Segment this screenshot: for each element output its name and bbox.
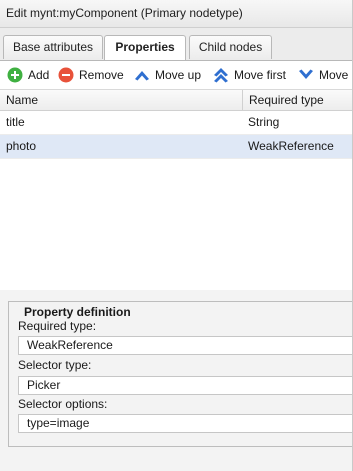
- properties-grid: Name Required type title String photo We…: [0, 89, 352, 290]
- tab-base-attributes[interactable]: Base attributes: [3, 35, 103, 59]
- remove-label: Remove: [79, 68, 124, 82]
- move-first-label: Move first: [234, 68, 287, 82]
- move-first-button[interactable]: Move first: [213, 66, 291, 84]
- tab-properties[interactable]: Properties: [104, 35, 186, 60]
- move-down-button[interactable]: Move d: [298, 66, 352, 84]
- add-icon: [7, 67, 23, 83]
- add-button[interactable]: Add: [7, 66, 53, 84]
- tab-child-nodes[interactable]: Child nodes: [189, 35, 272, 59]
- edit-nodetype-window: Edit mynt:myComponent (Primary nodetype)…: [0, 0, 353, 471]
- required-type-field[interactable]: WeakReference: [18, 336, 352, 355]
- column-header-name[interactable]: Name: [0, 90, 242, 110]
- row-required-type-cell: WeakReference: [248, 139, 334, 153]
- grid-header: Name Required type: [0, 90, 352, 111]
- selector-type-field[interactable]: Picker: [18, 376, 352, 395]
- table-row-selected[interactable]: photo WeakReference: [0, 135, 352, 159]
- add-label: Add: [28, 68, 50, 82]
- toolbar: Add Remove Move up Move first Move: [0, 61, 352, 89]
- move-up-label: Move up: [155, 68, 202, 82]
- move-down-label: Move d: [319, 68, 352, 82]
- chevron-up-icon: [135, 71, 149, 81]
- row-name-cell: title: [6, 115, 25, 129]
- property-definition-area: Property definition Required type: WeakR…: [0, 290, 352, 453]
- selector-type-label: Selector type:: [18, 358, 92, 372]
- column-header-required-type[interactable]: Required type: [242, 90, 352, 110]
- window-title: Edit mynt:myComponent (Primary nodetype): [0, 0, 352, 28]
- tab-bar: Base attributes Properties Child nodes: [0, 28, 352, 61]
- table-row[interactable]: title String: [0, 111, 352, 135]
- chevron-down-icon: [299, 69, 313, 79]
- remove-button[interactable]: Remove: [58, 66, 128, 84]
- selector-options-label: Selector options:: [18, 397, 108, 411]
- move-up-button[interactable]: Move up: [134, 66, 206, 84]
- required-type-label: Required type:: [18, 319, 97, 333]
- double-chevron-up-icon: [214, 68, 228, 83]
- remove-icon: [58, 67, 74, 83]
- row-required-type-cell: String: [248, 115, 280, 129]
- selector-options-field[interactable]: type=image: [18, 414, 352, 433]
- property-definition-legend: Property definition: [21, 305, 134, 319]
- row-name-cell: photo: [6, 139, 37, 153]
